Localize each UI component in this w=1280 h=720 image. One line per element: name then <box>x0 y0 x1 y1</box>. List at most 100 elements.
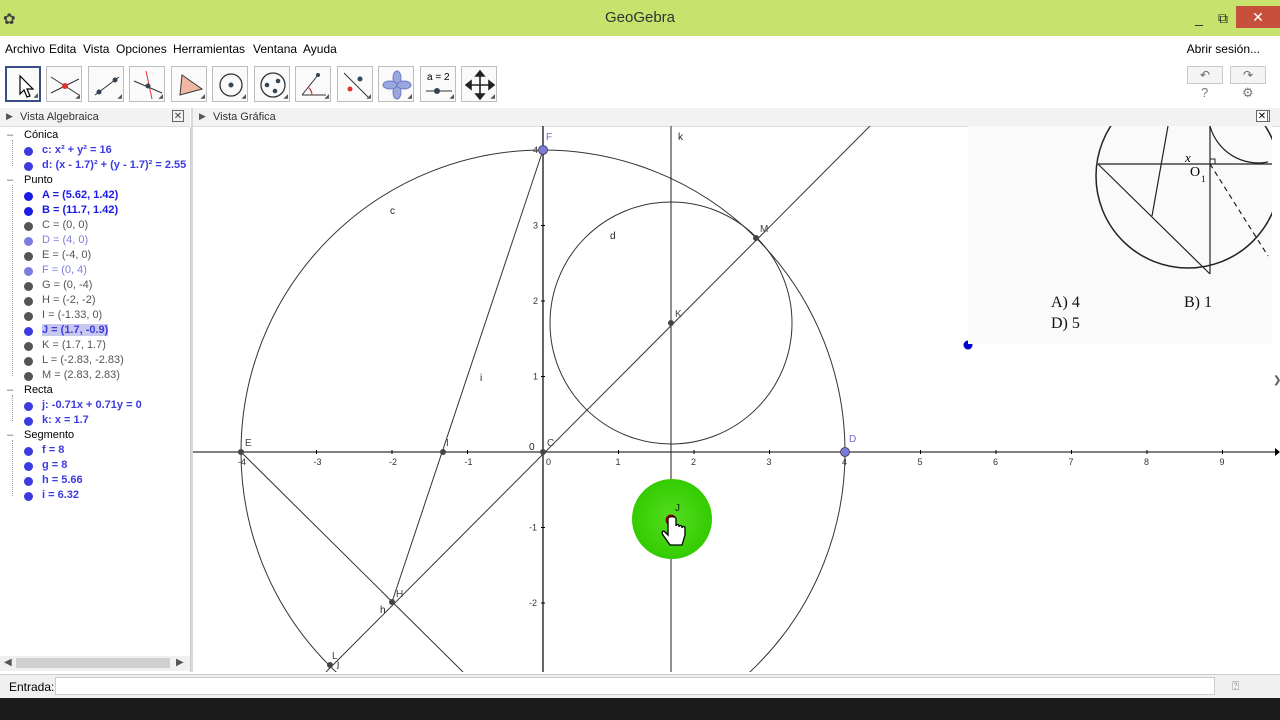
move-tool-button[interactable]: ◢ <box>5 66 41 102</box>
visibility-toggle-icon[interactable] <box>24 252 33 261</box>
point-I[interactable] <box>440 449 446 455</box>
point-F[interactable] <box>538 145 548 155</box>
algebra-group[interactable]: – Cónica <box>0 129 190 144</box>
algebra-object-row[interactable]: I = (-1.33, 0) <box>0 309 190 324</box>
algebra-group[interactable]: – Punto <box>0 174 190 189</box>
menu-ayuda[interactable]: Ayuda <box>303 42 337 56</box>
circle-tool-button[interactable]: ◢ <box>212 66 248 102</box>
segment-eh[interactable] <box>240 451 464 672</box>
scroll-left-icon[interactable]: ◀ <box>4 657 12 668</box>
algebra-object-row[interactable]: F = (0, 4) <box>0 264 190 279</box>
point-K[interactable] <box>668 320 674 326</box>
algebra-object-row[interactable]: K = (1.7, 1.7) <box>0 339 190 354</box>
algebra-group[interactable]: – Recta <box>0 384 190 399</box>
angle-tool-button[interactable]: ◢ <box>295 66 331 102</box>
visibility-toggle-icon[interactable] <box>24 447 33 456</box>
expand-side-arrow-icon[interactable]: ❯ <box>1273 375 1280 386</box>
close-image-icon[interactable]: ✕ <box>1256 110 1268 122</box>
algebra-object-row[interactable]: L = (-2.83, -2.83) <box>0 354 190 369</box>
maximize-button[interactable]: ⧉ <box>1208 8 1238 28</box>
scroll-thumb[interactable] <box>16 658 170 668</box>
visibility-toggle-icon[interactable] <box>24 372 33 381</box>
algebra-object-text[interactable]: J = (1.7, -0.9) <box>42 324 109 336</box>
polygon-tool-button[interactable]: ◢ <box>171 66 207 102</box>
visibility-toggle-icon[interactable] <box>24 342 33 351</box>
visibility-toggle-icon[interactable] <box>24 147 33 156</box>
algebra-object-row[interactable]: j: -0.71x + 0.71y = 0 <box>0 399 190 414</box>
visibility-toggle-icon[interactable] <box>24 492 33 501</box>
visibility-toggle-icon[interactable] <box>24 282 33 291</box>
visibility-toggle-icon[interactable] <box>24 402 33 411</box>
redo-button[interactable]: ↷ <box>1230 66 1266 84</box>
algebra-object-text[interactable]: D = (4, 0) <box>42 234 88 246</box>
scroll-right-icon[interactable]: ▶ <box>176 657 184 668</box>
settings-gear-icon[interactable]: ⚙ <box>1242 85 1254 101</box>
login-link[interactable]: Abrir sesión... <box>1187 42 1260 56</box>
algebra-object-text[interactable]: k: x = 1.7 <box>42 414 89 426</box>
algebra-object-row[interactable]: h = 5.66 <box>0 474 190 489</box>
point-tool-button[interactable]: ◢ <box>46 66 82 102</box>
visibility-toggle-icon[interactable] <box>24 417 33 426</box>
algebra-object-row[interactable]: G = (0, -4) <box>0 279 190 294</box>
undo-button[interactable]: ↶ <box>1187 66 1223 84</box>
segment-i[interactable] <box>391 149 544 603</box>
algebra-object-text[interactable]: H = (-2, -2) <box>42 294 95 306</box>
conic-tool-button[interactable]: ◢ <box>254 66 290 102</box>
line-j[interactable] <box>325 126 871 672</box>
perpendicular-tool-button[interactable]: ◢ <box>129 66 165 102</box>
algebra-object-text[interactable]: F = (0, 4) <box>42 264 87 276</box>
algebra-object-text[interactable]: I = (-1.33, 0) <box>42 309 102 321</box>
close-button[interactable]: ✕ <box>1236 6 1280 28</box>
algebra-object-text[interactable]: A = (5.62, 1.42) <box>42 189 118 201</box>
algebra-object-row[interactable]: d: (x - 1.7)² + (y - 1.7)² = 2.55 <box>0 159 190 174</box>
input-field[interactable] <box>55 677 1215 695</box>
algebra-object-text[interactable]: c: x² + y² = 16 <box>42 144 112 156</box>
visibility-toggle-icon[interactable] <box>24 162 33 171</box>
point-D[interactable] <box>840 447 850 457</box>
algebra-object-row[interactable]: C = (0, 0) <box>0 219 190 234</box>
input-help-icon[interactable]: ⍰ <box>1232 679 1239 694</box>
algebra-object-text[interactable]: M = (2.83, 2.83) <box>42 369 120 381</box>
algebra-object-text[interactable]: d: (x - 1.7)² + (y - 1.7)² = 2.55 <box>42 159 186 171</box>
algebra-object-row[interactable]: H = (-2, -2) <box>0 294 190 309</box>
algebra-object-row[interactable]: i = 6.32 <box>0 489 190 504</box>
visibility-toggle-icon[interactable] <box>24 327 33 336</box>
algebra-object-text[interactable]: h = 5.66 <box>42 474 83 486</box>
menu-edita[interactable]: Edita <box>49 42 76 56</box>
algebra-object-row[interactable]: D = (4, 0) <box>0 234 190 249</box>
algebra-object-text[interactable]: B = (11.7, 1.42) <box>42 204 118 216</box>
algebra-object-row[interactable]: M = (2.83, 2.83) <box>0 369 190 384</box>
algebra-object-text[interactable]: E = (-4, 0) <box>42 249 91 261</box>
menu-archivo[interactable]: Archivo <box>5 42 45 56</box>
algebra-object-row[interactable]: f = 8 <box>0 444 190 459</box>
menu-herramientas[interactable]: Herramientas <box>173 42 245 56</box>
algebra-horizontal-scrollbar[interactable]: ◀ ▶ <box>0 656 190 671</box>
algebra-object-row[interactable]: J = (1.7, -0.9) <box>0 324 190 339</box>
algebra-object-row[interactable]: E = (-4, 0) <box>0 249 190 264</box>
slider-tool-button[interactable]: a = 2 ◢ <box>420 66 456 102</box>
visibility-toggle-icon[interactable] <box>24 477 33 486</box>
algebra-object-text[interactable]: j: -0.71x + 0.71y = 0 <box>42 399 142 411</box>
help-icon[interactable]: ? <box>1201 85 1208 100</box>
menu-ventana[interactable]: Ventana <box>253 42 297 56</box>
algebra-object-text[interactable]: C = (0, 0) <box>42 219 88 231</box>
locus-tool-button[interactable]: ◢ <box>378 66 414 102</box>
line-tool-button[interactable]: ◢ <box>88 66 124 102</box>
visibility-toggle-icon[interactable] <box>24 237 33 246</box>
visibility-toggle-icon[interactable] <box>24 462 33 471</box>
algebra-object-text[interactable]: i = 6.32 <box>42 489 79 501</box>
visibility-toggle-icon[interactable] <box>24 267 33 276</box>
algebra-object-row[interactable]: g = 8 <box>0 459 190 474</box>
point-H[interactable] <box>389 599 395 605</box>
point-M[interactable] <box>753 235 759 241</box>
point-L[interactable] <box>327 662 333 668</box>
move-view-tool-button[interactable]: ◢ <box>461 66 497 102</box>
algebra-object-text[interactable]: L = (-2.83, -2.83) <box>42 354 124 366</box>
algebra-object-row[interactable]: B = (11.7, 1.42) <box>0 204 190 219</box>
visibility-toggle-icon[interactable] <box>24 192 33 201</box>
menu-opciones[interactable]: Opciones <box>116 42 167 56</box>
collapse-arrow-icon[interactable]: ▶ <box>6 111 13 122</box>
visibility-toggle-icon[interactable] <box>24 312 33 321</box>
collapse-arrow-icon[interactable]: ▶ <box>199 111 206 122</box>
algebra-object-text[interactable]: f = 8 <box>42 444 64 456</box>
